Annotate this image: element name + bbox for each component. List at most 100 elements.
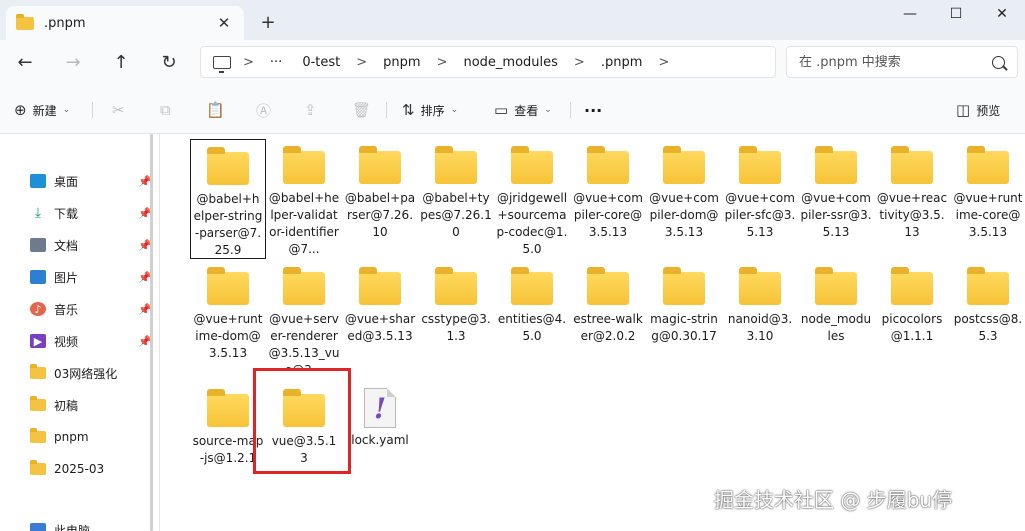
chevron-right-icon[interactable]: >: [437, 55, 448, 70]
file-item[interactable]: postcss@8.5.3: [950, 260, 1025, 345]
paste-button[interactable]: 📋: [206, 98, 231, 122]
close-window-button[interactable]: ✕: [979, 0, 1025, 28]
file-item[interactable]: @vue+shared@3.5.13: [342, 260, 418, 345]
file-item[interactable]: node_modules: [798, 260, 874, 345]
download-icon: ⤓: [34, 205, 42, 221]
file-item[interactable]: ! lock.yaml: [342, 382, 418, 449]
sidebar-item-draft[interactable]: 初稿: [30, 390, 156, 420]
file-item[interactable]: @vue+server-renderer@3.5.13_vue@3...: [266, 260, 342, 368]
folder-icon: [30, 396, 46, 411]
address-bar[interactable]: > ··· 0-test > pnpm > node_modules > .pn…: [200, 46, 776, 78]
chevron-right-icon[interactable]: >: [574, 55, 585, 70]
folder-icon: [739, 267, 781, 305]
yaml-file-icon: !: [364, 388, 396, 428]
folder-icon: [283, 267, 325, 305]
view-icon: ▭: [494, 101, 509, 119]
share-button[interactable]: ⇪: [304, 98, 323, 122]
copy-button[interactable]: ⧉: [160, 98, 177, 122]
tab-close-icon[interactable]: ✕: [210, 11, 238, 35]
search-input[interactable]: [799, 54, 979, 70]
folder-icon: [30, 460, 46, 475]
refresh-button[interactable]: ↻: [154, 49, 184, 75]
file-item[interactable]: @vue+compiler-ssr@3.5.13: [798, 139, 874, 241]
file-item[interactable]: nanoid@3.3.10: [722, 260, 798, 345]
delete-button[interactable]: 🗑: [352, 98, 377, 122]
new-tab-button[interactable]: +: [256, 10, 280, 34]
file-name: @babel+helper-validator-identifier@7...: [268, 191, 340, 256]
folder-icon: [511, 146, 553, 184]
chevron-right-icon[interactable]: >: [658, 55, 669, 70]
folder-icon: [435, 267, 477, 305]
sidebar-item-downloads[interactable]: ⤓ 下载 📌: [30, 198, 156, 228]
file-item[interactable]: picocolors@1.1.1: [874, 260, 950, 345]
file-item[interactable]: @vue+compiler-sfc@3.5.13: [722, 139, 798, 241]
forward-button[interactable]: →: [58, 49, 88, 75]
command-bar: ⊕ 新建 ⌄ ✂ ⧉ 📋 Ⓐ ⇪ 🗑 ⇅ 排序 ⌄ ▭ 查看 ⌄ ··· ◫ 预…: [0, 86, 1025, 134]
file-item[interactable]: @vue+reactivity@3.5.13: [874, 139, 950, 241]
file-item[interactable]: @babel+types@7.26.10: [418, 139, 494, 241]
file-item[interactable]: @vue+compiler-core@3.5.13: [570, 139, 646, 241]
preview-button[interactable]: ◫ 预览: [956, 98, 1000, 122]
search-icon[interactable]: [992, 55, 1005, 69]
file-name: @jridgewell+sourcemap-codec@1.5.0: [496, 191, 568, 256]
file-item[interactable]: @babel+helper-string-parser@7.25.9: [190, 139, 266, 259]
breadcrumb-pnpm[interactable]: pnpm: [379, 55, 424, 70]
back-button[interactable]: ←: [10, 49, 40, 75]
chevron-down-icon: ⌄: [62, 105, 71, 115]
chevron-right-icon[interactable]: >: [356, 55, 367, 70]
sidebar-item-label: 此电脑: [54, 523, 91, 531]
sidebar-item-documents[interactable]: 文档 📌: [30, 230, 156, 260]
more-options-button[interactable]: ···: [584, 98, 602, 122]
sidebar-item-pictures[interactable]: 图片 📌: [30, 262, 156, 292]
file-item[interactable]: csstype@3.1.3: [418, 260, 494, 345]
breadcrumb-node-modules[interactable]: node_modules: [459, 55, 561, 70]
file-name: @babel+parser@7.26.10: [344, 191, 416, 239]
folder-icon: [207, 389, 249, 427]
folder-icon: [283, 146, 325, 184]
file-item[interactable]: @jridgewell+sourcemap-codec@1.5.0: [494, 139, 570, 258]
up-button[interactable]: ↑: [106, 49, 136, 75]
tab-pnpm[interactable]: .pnpm ✕: [6, 6, 244, 40]
breadcrumb-pnpm-current[interactable]: .pnpm: [597, 55, 647, 70]
sidebar-item-label: 图片: [54, 270, 79, 285]
sidebar-scrollbar[interactable]: [150, 134, 153, 531]
sidebar-item-desktop[interactable]: 桌面 📌: [30, 166, 156, 196]
sidebar-item-music[interactable]: ♪ 音乐 📌: [30, 294, 156, 324]
file-item[interactable]: magic-string@0.30.17: [646, 260, 722, 345]
breadcrumb-overflow[interactable]: ···: [266, 55, 286, 70]
tab-title: .pnpm: [44, 15, 86, 31]
rename-button[interactable]: Ⓐ: [256, 98, 277, 122]
sidebar-item-pnpm[interactable]: pnpm: [30, 422, 156, 452]
folder-icon: [435, 146, 477, 184]
sidebar-item-this-pc[interactable]: 此电脑: [30, 520, 90, 531]
sidebar-item-label: 2025-03: [54, 462, 105, 476]
new-button[interactable]: ⊕ 新建 ⌄: [14, 98, 70, 122]
file-name: magic-string@0.30.17: [650, 312, 718, 343]
sidebar-item-videos[interactable]: ▶ 视频 📌: [30, 326, 156, 356]
sidebar-item-label: 文档: [54, 238, 79, 253]
file-item[interactable]: @vue+runtime-dom@3.5.13: [190, 260, 266, 362]
video-icon: ▶: [30, 334, 46, 348]
file-name: @vue+runtime-dom@3.5.13: [193, 312, 263, 360]
file-item[interactable]: @babel+parser@7.26.10: [342, 139, 418, 241]
sidebar-item-03-network[interactable]: 03网络强化: [30, 358, 156, 388]
folder-icon: [891, 146, 933, 184]
sort-button[interactable]: ⇅ 排序 ⌄: [402, 98, 458, 122]
file-item[interactable]: @babel+helper-validator-identifier@7...: [266, 139, 342, 258]
file-item[interactable]: @vue+runtime-core@3.5.13: [950, 139, 1025, 241]
view-button[interactable]: ▭ 查看 ⌄: [494, 98, 552, 122]
maximize-button[interactable]: ☐: [933, 0, 979, 28]
file-name: @vue+compiler-ssr@3.5.13: [800, 191, 872, 239]
breadcrumb-0-test[interactable]: 0-test: [298, 55, 344, 70]
minimize-button[interactable]: —: [887, 0, 933, 28]
sidebar-item-2025-03[interactable]: 2025-03: [30, 454, 156, 484]
folder-icon: [663, 146, 705, 184]
cut-button[interactable]: ✂: [112, 98, 131, 122]
share-icon: ⇪: [304, 101, 317, 119]
file-item[interactable]: @vue+compiler-dom@3.5.13: [646, 139, 722, 241]
file-item[interactable]: entities@4.5.0: [494, 260, 570, 345]
copy-icon: ⧉: [160, 101, 171, 119]
search-box[interactable]: [786, 46, 1018, 78]
file-name: @vue+compiler-sfc@3.5.13: [724, 191, 796, 239]
file-item[interactable]: estree-walker@2.0.2: [570, 260, 646, 345]
